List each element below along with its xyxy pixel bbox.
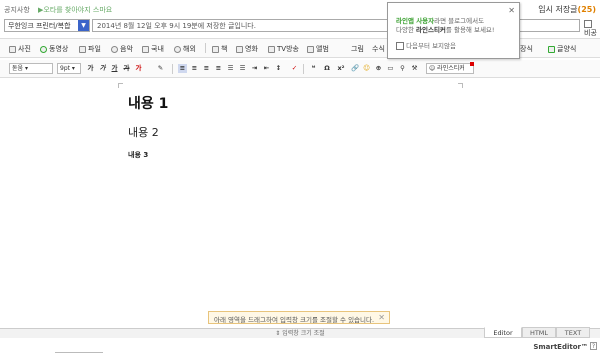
tv-button[interactable]: TV방송 <box>268 44 299 54</box>
new-badge <box>470 62 474 66</box>
close-icon[interactable]: ✕ <box>508 6 515 15</box>
layout-button[interactable]: 글양식 <box>548 44 576 54</box>
line-height-icon[interactable]: ↕ <box>274 64 283 73</box>
temp-save-count: (25) <box>577 5 596 14</box>
tv-icon <box>268 45 275 53</box>
bold-button[interactable]: 가 <box>86 64 95 73</box>
notice-label[interactable]: 공지사항 <box>4 5 30 15</box>
popup-line2: 다양한 라인스티커를 활용해 보세요! <box>396 26 495 34</box>
album-button[interactable]: 앨범 <box>307 44 329 54</box>
file-button[interactable]: 파일 <box>79 44 101 54</box>
font-select[interactable]: 돋움 ▾ <box>9 63 53 74</box>
font-color-button[interactable]: 가 <box>134 64 143 73</box>
formula-button[interactable]: 수식 <box>372 44 385 54</box>
overseas-button[interactable]: 해외 <box>174 44 196 54</box>
dismiss-option[interactable]: 다음부터 보지않음 <box>396 40 456 50</box>
quote-icon[interactable]: ❝ <box>309 64 318 73</box>
resize-hint: 아래 영역을 드래그하여 입력창 크기를 조절할 수 있습니다. ✕ <box>208 311 390 324</box>
movie-icon <box>236 45 243 53</box>
box-icon[interactable]: ▭ <box>386 64 395 73</box>
drawing-button[interactable]: 그림 <box>345 44 364 54</box>
superscript-icon[interactable]: x² <box>335 64 347 73</box>
dismiss-checkbox[interactable] <box>396 42 404 50</box>
music-button[interactable]: 음악 <box>111 44 133 54</box>
search-icon[interactable]: ⚲ <box>398 64 407 73</box>
help-icon[interactable]: ? <box>590 342 597 350</box>
line-sticker-popup: ✕ 라인앱 사용자라면 블로그에서도 다양한 라인스티커를 활용해 보세요! 다… <box>387 2 520 59</box>
size-select[interactable]: 9pt ▾ <box>57 63 81 74</box>
tab-html[interactable]: HTML <box>522 327 556 338</box>
line-sticker-button[interactable]: ☺ 라인스티커 <box>426 63 474 74</box>
book-button[interactable]: 책 <box>212 44 227 54</box>
special-char-icon[interactable]: Ω <box>321 64 333 73</box>
global-icon <box>174 45 181 53</box>
close-icon[interactable]: ✕ <box>378 313 385 322</box>
photo-button[interactable]: 사진 <box>9 44 31 54</box>
link-icon[interactable]: 🔗 <box>349 64 361 73</box>
video-button[interactable]: 동영상 <box>40 44 68 54</box>
heading-1[interactable]: 내용 1 <box>128 93 168 113</box>
domestic-button[interactable]: 국내 <box>142 44 164 54</box>
emoji-icon[interactable]: ☺ <box>362 64 371 73</box>
italic-button[interactable]: 가 <box>98 64 107 73</box>
strike-button[interactable]: 가 <box>122 64 131 73</box>
format-toolbar: 돋움 ▾ 9pt ▾ 가 가 가 가 가 ✎ ≡ ≡ ≡ ≡ ☰ ☰ ⇥ ⇤ ↕… <box>0 60 600 78</box>
title-value: 2014년 8월 12일 오후 9시 19분에 저장한 글입니다. <box>97 22 256 30</box>
hint-text: 아래 영역을 드래그하여 입력창 크기를 조절할 수 있습니다. <box>214 316 375 324</box>
category-select[interactable]: 무한잉크 프린터/복합 ▼ <box>4 19 90 32</box>
layout-icon <box>548 45 555 53</box>
movie-button[interactable]: 영화 <box>236 44 258 54</box>
tab-editor[interactable]: Editor <box>484 327 522 338</box>
brand-label: SmartEditor™ <box>533 343 588 351</box>
private-checkbox[interactable] <box>584 20 592 28</box>
align-left-icon[interactable]: ≡ <box>178 64 187 73</box>
outdent-icon[interactable]: ⇤ <box>262 64 271 73</box>
music-icon <box>111 45 118 53</box>
spellcheck-icon[interactable]: ✓ <box>290 64 299 73</box>
numbered-list-icon[interactable]: ☰ <box>226 64 235 73</box>
album-icon <box>307 45 314 53</box>
indent-icon[interactable]: ⇥ <box>250 64 259 73</box>
file-icon <box>79 45 86 53</box>
editor-canvas[interactable] <box>0 80 600 328</box>
heading-2[interactable]: 내용 2 <box>128 124 159 140</box>
temp-save-label: 임시 저장글 <box>538 5 578 14</box>
align-center-icon[interactable]: ≡ <box>190 64 199 73</box>
sticker-icon <box>345 46 349 53</box>
map-icon <box>142 45 149 53</box>
tab-text[interactable]: TEXT <box>556 327 590 338</box>
category-value: 무한잉크 프린터/복합 <box>8 22 71 30</box>
decorate-button[interactable]: 장식 <box>520 44 533 54</box>
table-icon[interactable]: ⊕ <box>374 64 383 73</box>
underline-button[interactable]: 가 <box>110 64 119 73</box>
temp-save-button[interactable]: 임시 저장글(25) <box>538 4 596 15</box>
book-icon <box>212 45 219 53</box>
heading-3[interactable]: 내용 3 <box>128 150 148 160</box>
align-justify-icon[interactable]: ≡ <box>214 64 223 73</box>
chevron-down-icon: ▼ <box>78 20 89 31</box>
bullet-list-icon[interactable]: ☰ <box>238 64 247 73</box>
photo-icon <box>9 45 16 53</box>
footer-divider <box>55 352 103 353</box>
notice-link[interactable]: ▶오타를 찾아야지 스마요 <box>38 5 112 15</box>
video-icon <box>40 45 47 53</box>
replace-icon[interactable]: ⚒ <box>410 64 419 73</box>
canvas-corner-tl <box>118 83 123 88</box>
canvas-corner-tr <box>458 83 463 88</box>
align-right-icon[interactable]: ≡ <box>202 64 211 73</box>
highlight-icon[interactable]: ✎ <box>156 64 165 73</box>
